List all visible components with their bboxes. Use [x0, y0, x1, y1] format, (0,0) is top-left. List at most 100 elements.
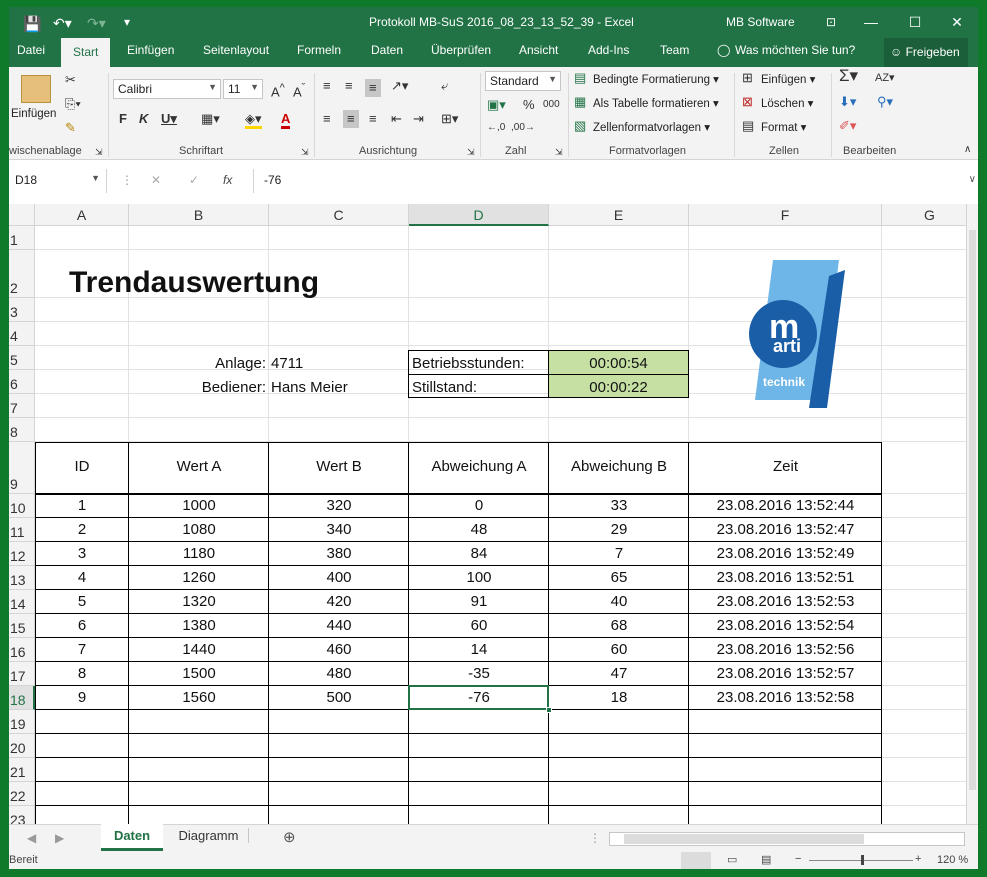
tab-einfuegen[interactable]: Einfügen: [127, 43, 174, 57]
table-cell[interactable]: 23.08.2016 13:52:56: [689, 641, 882, 658]
minimize-icon[interactable]: —: [849, 7, 893, 38]
fill-handle[interactable]: [546, 707, 552, 713]
save-icon[interactable]: 💾: [23, 15, 42, 33]
tab-datei[interactable]: Datei: [17, 43, 45, 57]
table-cell[interactable]: 1500: [129, 665, 269, 682]
table-cell[interactable]: 14: [409, 641, 549, 658]
share-button[interactable]: ☺ Freigeben: [884, 38, 968, 67]
table-cell[interactable]: 6: [35, 617, 129, 634]
table-cell[interactable]: 1560: [129, 689, 269, 706]
currency-icon[interactable]: ▣▾: [487, 98, 506, 112]
table-cell[interactable]: 33: [549, 497, 689, 514]
tab-team[interactable]: Team: [660, 43, 689, 57]
table-cell[interactable]: 3: [35, 545, 129, 562]
sheet-next-icon[interactable]: ▶: [55, 831, 64, 845]
row-header-3[interactable]: 3: [9, 298, 35, 322]
align-top-icon[interactable]: ≡: [323, 79, 331, 93]
row-header-19[interactable]: 19: [9, 710, 35, 734]
percent-icon[interactable]: %: [523, 98, 535, 112]
dialog-launcher-icon[interactable]: ⇲: [95, 145, 103, 159]
table-cell[interactable]: 5: [35, 593, 129, 610]
tab-ansicht[interactable]: Ansicht: [519, 43, 558, 57]
cell-styles-button[interactable]: Zellenformatvorlagen ▾: [593, 120, 710, 134]
fill-icon[interactable]: ⬇▾: [839, 95, 856, 109]
clear-icon[interactable]: ✐▾: [839, 119, 856, 133]
row-header-22[interactable]: 22: [9, 782, 35, 806]
borders-icon[interactable]: ▦▾: [201, 112, 220, 126]
table-cell[interactable]: 48: [409, 521, 549, 538]
add-sheet-icon[interactable]: ⊕: [283, 828, 296, 846]
cut-icon[interactable]: ✂: [65, 73, 76, 87]
table-cell[interactable]: 18: [549, 689, 689, 706]
table-cell[interactable]: 60: [409, 617, 549, 634]
name-box[interactable]: D18 ▼: [9, 169, 107, 193]
table-cell[interactable]: 320: [269, 497, 409, 514]
table-cell[interactable]: 440: [269, 617, 409, 634]
tab-start[interactable]: Start: [61, 38, 111, 67]
paste-icon[interactable]: [21, 75, 51, 103]
column-header-f[interactable]: F: [689, 204, 882, 226]
find-select-icon[interactable]: ⚲▾: [877, 95, 893, 109]
table-cell[interactable]: 23.08.2016 13:52:57: [689, 665, 882, 682]
select-all-corner[interactable]: [9, 204, 35, 226]
table-cell[interactable]: 0: [409, 497, 549, 514]
table-cell[interactable]: 68: [549, 617, 689, 634]
italic-icon[interactable]: K: [139, 112, 148, 126]
row-header-14[interactable]: 14: [9, 590, 35, 614]
table-cell[interactable]: 500: [269, 689, 409, 706]
table-cell[interactable]: 40: [549, 593, 689, 610]
table-cell[interactable]: 2: [35, 521, 129, 538]
table-cell[interactable]: 23.08.2016 13:52:44: [689, 497, 882, 514]
zoom-in-icon[interactable]: +: [915, 853, 921, 865]
row-header-12[interactable]: 12: [9, 542, 35, 566]
shrink-font-icon[interactable]: Aˇ: [293, 81, 305, 99]
row-header-4[interactable]: 4: [9, 322, 35, 346]
row-header-23[interactable]: 23: [9, 806, 35, 824]
row-header-15[interactable]: 15: [9, 614, 35, 638]
table-cell[interactable]: 480: [269, 665, 409, 682]
column-header-a[interactable]: A: [35, 204, 129, 226]
table-cell[interactable]: 91: [409, 593, 549, 610]
enter-icon[interactable]: ✓: [189, 173, 199, 187]
align-left-icon[interactable]: ≡: [323, 112, 331, 126]
table-cell[interactable]: 1080: [129, 521, 269, 538]
table-cell[interactable]: 420: [269, 593, 409, 610]
dialog-launcher-icon[interactable]: ⇲: [467, 145, 475, 159]
row-header-16[interactable]: 16: [9, 638, 35, 662]
tell-me-input[interactable]: Was möchten Sie tun?: [735, 43, 855, 57]
quick-access-dropdown-icon[interactable]: ▾: [124, 15, 130, 29]
account-name[interactable]: MB Software: [726, 15, 795, 29]
expand-formula-icon[interactable]: ∨: [969, 174, 976, 185]
insert-cells-button[interactable]: Einfügen ▾: [761, 72, 815, 86]
zoom-level[interactable]: 120 %: [937, 854, 968, 866]
table-cell[interactable]: 460: [269, 641, 409, 658]
row-header-9[interactable]: 9: [9, 442, 35, 494]
table-cell[interactable]: 4: [35, 569, 129, 586]
decrease-decimal-icon[interactable]: ,00→: [511, 121, 535, 135]
copy-icon[interactable]: ⎘▾: [65, 97, 81, 111]
column-header-b[interactable]: B: [129, 204, 269, 226]
table-cell[interactable]: 340: [269, 521, 409, 538]
column-header-g[interactable]: G: [882, 204, 978, 226]
font-name-select[interactable]: Calibri ▼: [113, 79, 221, 99]
increase-indent-icon[interactable]: ⇥: [413, 112, 424, 126]
vertical-scrollbar[interactable]: [966, 204, 978, 824]
table-cell[interactable]: 8: [35, 665, 129, 682]
table-cell[interactable]: 23.08.2016 13:52:47: [689, 521, 882, 538]
align-center-icon[interactable]: ≡: [343, 110, 359, 128]
view-page-break-icon[interactable]: ▤: [761, 853, 771, 866]
table-cell[interactable]: 400: [269, 569, 409, 586]
fill-color-icon[interactable]: ◈▾: [245, 112, 262, 129]
row-header-7[interactable]: 7: [9, 394, 35, 418]
table-cell[interactable]: 23.08.2016 13:52:51: [689, 569, 882, 586]
formula-input[interactable]: -76: [253, 169, 978, 193]
table-cell[interactable]: 1180: [129, 545, 269, 562]
row-header-6[interactable]: 6: [9, 370, 35, 394]
vertical-scroll-thumb[interactable]: [969, 230, 976, 790]
sort-filter-icon[interactable]: AZ▾: [875, 71, 895, 85]
row-header-17[interactable]: 17: [9, 662, 35, 686]
table-cell[interactable]: 23.08.2016 13:52:49: [689, 545, 882, 562]
sheet-tab-daten[interactable]: Daten: [101, 824, 163, 851]
worksheet-grid[interactable]: ABCDEFG 1 2 3 4 5 6 7 8 9 10 11 12 13 14 15 16 17 18 19 20 2…: [9, 204, 978, 824]
sheet-prev-icon[interactable]: ◀: [27, 831, 36, 845]
